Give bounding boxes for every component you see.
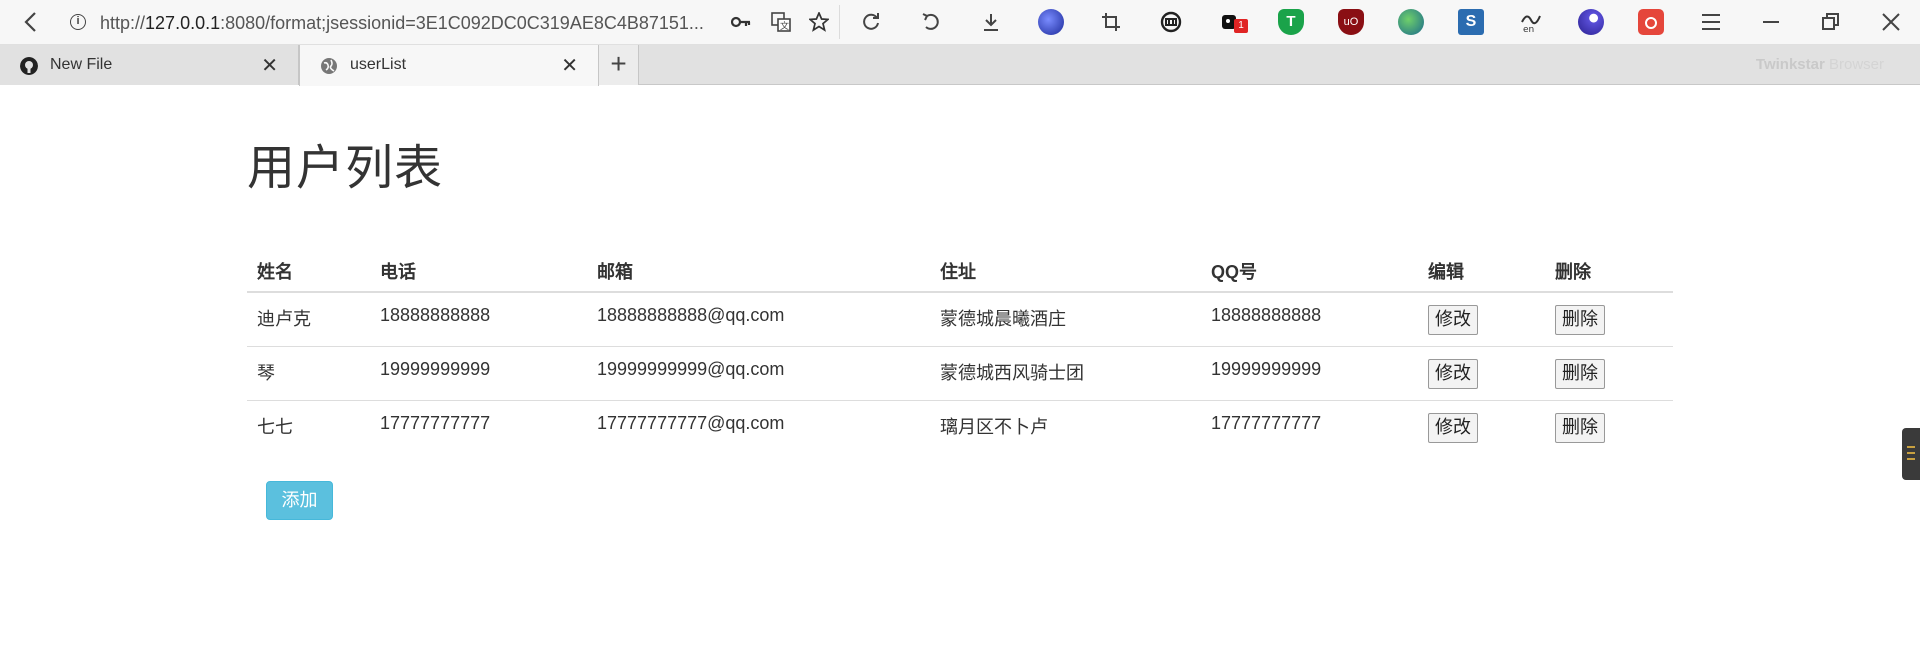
camera-icon[interactable] bbox=[1638, 9, 1664, 35]
column-header-delete: 删除 bbox=[1545, 250, 1673, 293]
cell-name: 琴 bbox=[247, 346, 370, 401]
tab-label: New File bbox=[50, 56, 113, 73]
cell-address: 璃月区不卜卢 bbox=[940, 416, 1048, 437]
add-user-button[interactable]: 添加 bbox=[266, 481, 333, 520]
delete-button[interactable]: 删除 bbox=[1555, 412, 1605, 443]
cell-qq: 18888888888 bbox=[1201, 292, 1418, 347]
svg-text:en: en bbox=[1523, 25, 1534, 34]
cell-address: 蒙德城晨曦酒庄 bbox=[930, 292, 1201, 347]
reload-icon[interactable] bbox=[858, 9, 884, 35]
s-extension-icon[interactable]: S bbox=[1458, 9, 1484, 35]
restore-icon[interactable] bbox=[1818, 9, 1844, 35]
undo-icon[interactable] bbox=[918, 9, 944, 35]
extension-badge: 1 bbox=[1234, 19, 1248, 33]
cell-qq: 19999999999 bbox=[1201, 346, 1418, 401]
cell-name: 迪卢克 bbox=[247, 292, 370, 347]
edit-button[interactable]: 修改 bbox=[1428, 305, 1478, 335]
url-text[interactable]: http://127.0.0.1:8080/format;jsessionid=… bbox=[100, 13, 780, 34]
table-row: 七七 17777777777 17777777777@qq.com 璃月区不卜卢… bbox=[247, 400, 1673, 454]
info-icon[interactable]: i bbox=[70, 14, 86, 30]
cell-qq: 17777777777 bbox=[1211, 412, 1322, 433]
cell-email: 19999999999@qq.com bbox=[587, 346, 930, 401]
minimize-icon[interactable] bbox=[1758, 9, 1784, 35]
cell-edit: 修改 bbox=[1418, 346, 1545, 401]
github-icon bbox=[20, 57, 38, 75]
menu-icon[interactable] bbox=[1698, 9, 1724, 35]
column-header-qq: QQ号 bbox=[1201, 250, 1418, 293]
translate-en-icon[interactable]: en bbox=[1518, 9, 1544, 35]
cell-email: 18888888888@qq.com bbox=[587, 292, 930, 347]
earth-extension-icon[interactable] bbox=[1398, 9, 1424, 35]
column-header-address: 住址 bbox=[930, 250, 1201, 293]
cell-phone: 19999999999 bbox=[370, 346, 587, 401]
orb-extension-icon[interactable] bbox=[1578, 9, 1604, 35]
cell-phone: 17777777777 bbox=[380, 412, 491, 433]
browser-toolbar: i http://127.0.0.1:8080/format;jsessioni… bbox=[0, 0, 1920, 45]
new-tab-button[interactable]: + bbox=[599, 45, 639, 85]
column-header-edit: 编辑 bbox=[1418, 250, 1545, 293]
edit-button[interactable]: 修改 bbox=[1428, 412, 1478, 443]
shield-extension-icon[interactable]: T bbox=[1278, 9, 1304, 35]
page-title: 用户列表 bbox=[247, 142, 444, 195]
download-icon[interactable] bbox=[978, 9, 1004, 35]
tab-close-icon[interactable]: ✕ bbox=[561, 53, 578, 78]
edit-button[interactable]: 修改 bbox=[1428, 358, 1478, 389]
tab-close-icon[interactable]: ✕ bbox=[261, 53, 278, 78]
translate-icon[interactable]: 文 bbox=[768, 9, 794, 35]
cell-edit: 修改 bbox=[1418, 400, 1545, 454]
column-header-name: 姓名 bbox=[247, 250, 370, 293]
globe-icon bbox=[321, 58, 337, 74]
cell-address: 蒙德城西风骑士团 bbox=[930, 346, 1201, 401]
table-header-row: 姓名 电话 邮箱 住址 QQ号 编辑 删除 bbox=[247, 250, 1673, 293]
cell-edit: 修改 bbox=[1418, 292, 1545, 347]
tab-strip: New File ✕ userList ✕ + Twinkstar Browse… bbox=[0, 45, 1920, 86]
key-icon[interactable] bbox=[728, 9, 754, 35]
column-header-email: 邮箱 bbox=[587, 250, 930, 293]
globe-extension-icon[interactable] bbox=[1038, 9, 1064, 35]
close-window-icon[interactable] bbox=[1878, 9, 1904, 35]
crop-icon[interactable] bbox=[1098, 9, 1124, 35]
delete-button[interactable]: 删除 bbox=[1555, 358, 1605, 389]
tab-new-file[interactable]: New File ✕ bbox=[0, 45, 299, 85]
address-bar[interactable]: i http://127.0.0.1:8080/format;jsessioni… bbox=[60, 5, 840, 39]
cell-name: 七七 bbox=[257, 416, 293, 437]
cell-delete: 删除 bbox=[1545, 346, 1673, 401]
delete-button[interactable]: 删除 bbox=[1555, 305, 1605, 335]
tab-userlist[interactable]: userList ✕ bbox=[299, 45, 599, 86]
cell-delete: 删除 bbox=[1545, 400, 1673, 454]
cell-phone: 18888888888 bbox=[370, 292, 587, 347]
table-row: 迪卢克 18888888888 18888888888@qq.com 蒙德城晨曦… bbox=[247, 292, 1673, 347]
cell-delete: 删除 bbox=[1545, 292, 1673, 347]
link-icon[interactable] bbox=[1158, 9, 1184, 35]
tab-label: userList bbox=[350, 56, 407, 73]
column-header-phone: 电话 bbox=[370, 250, 587, 293]
star-icon[interactable] bbox=[806, 9, 832, 35]
svg-text:文: 文 bbox=[780, 20, 789, 32]
side-panel-handle[interactable] bbox=[1902, 428, 1920, 480]
back-icon[interactable] bbox=[18, 9, 44, 35]
ublock-icon[interactable]: uO bbox=[1338, 9, 1364, 35]
cell-email: 17777777777@qq.com bbox=[597, 412, 785, 433]
table-row: 琴 19999999999 19999999999@qq.com 蒙德城西风骑士… bbox=[247, 346, 1673, 401]
browser-brand: Twinkstar Browser bbox=[1755, 56, 1884, 73]
user-table: 姓名 电话 邮箱 住址 QQ号 编辑 删除 迪卢克 18888888888 18… bbox=[247, 250, 1673, 454]
